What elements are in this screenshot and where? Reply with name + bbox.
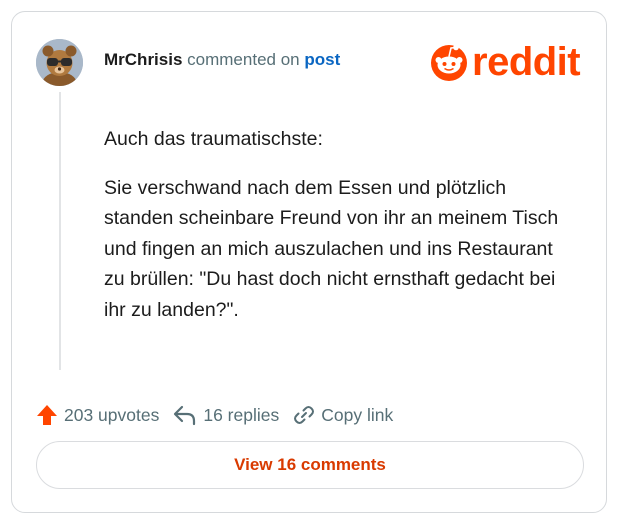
replies-button[interactable]: 16 replies (173, 404, 279, 426)
comment-card: MrChrisis commented on post reddit Auch … (11, 11, 607, 513)
copy-link-label: Copy link (321, 404, 394, 425)
thread-line (59, 92, 61, 370)
copy-link-button[interactable]: Copy link (293, 404, 393, 426)
header-verb: commented on (187, 50, 300, 69)
reddit-wordmark: reddit (472, 40, 581, 84)
view-comments-label: View 16 comments (234, 455, 386, 474)
comment-header: MrChrisis commented on post (104, 50, 340, 70)
reddit-logo[interactable]: reddit (430, 40, 581, 84)
reddit-snoo-icon (431, 44, 467, 81)
view-comments-button[interactable]: View 16 comments (36, 441, 584, 489)
action-bar: 203 upvotes 16 replies Copy link (36, 404, 407, 426)
comment-body: Auch das traumatischste: Sie verschwand … (104, 124, 564, 343)
username-link[interactable]: MrChrisis (104, 50, 182, 69)
post-link[interactable]: post (304, 50, 340, 69)
avatar-image (36, 39, 83, 86)
upvote-count: 203 upvotes (64, 404, 160, 425)
avatar[interactable] (36, 39, 83, 86)
upvote-arrow-icon (37, 405, 57, 425)
link-icon (294, 406, 315, 424)
upvote-button[interactable]: 203 upvotes (36, 404, 159, 426)
replies-count: 16 replies (203, 404, 280, 425)
reply-arrow-icon (174, 405, 196, 426)
comment-paragraph: Auch das traumatischste: (104, 128, 323, 150)
comment-paragraph: Sie verschwand nach dem Essen und plötzl… (104, 176, 559, 321)
